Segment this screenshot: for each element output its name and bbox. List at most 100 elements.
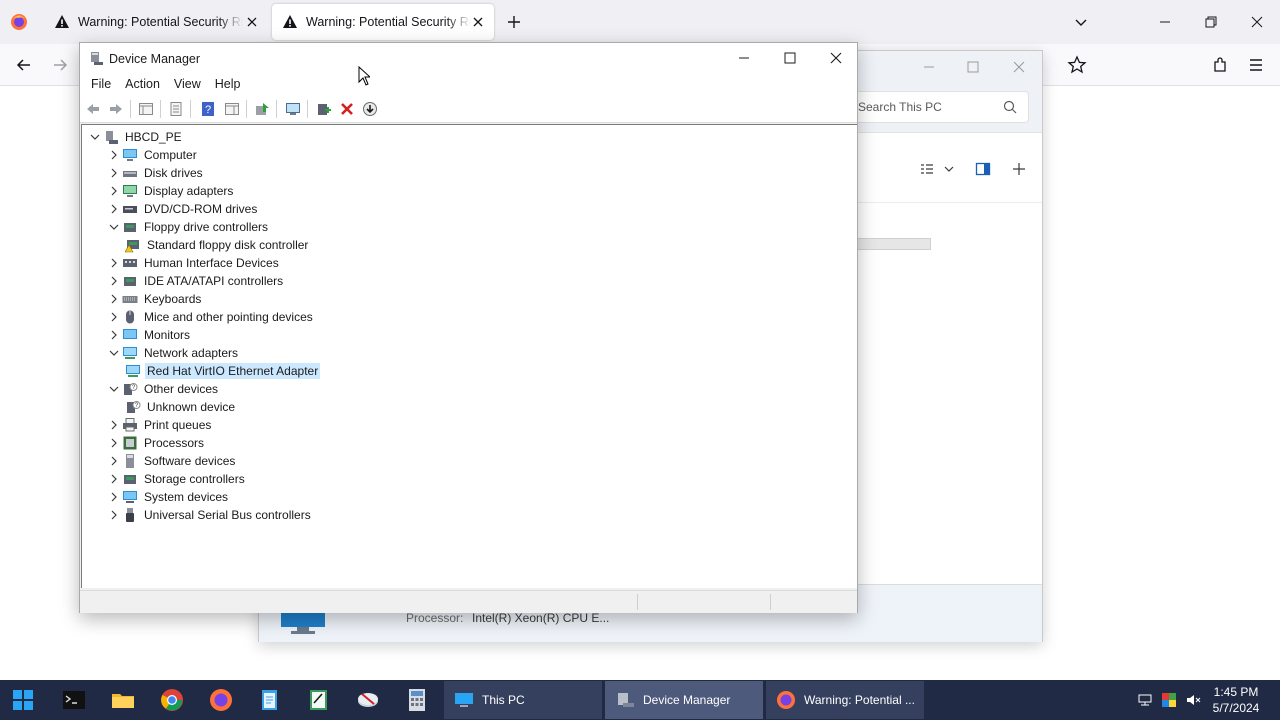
start-windows-icon[interactable]: [12, 689, 34, 711]
update-driver-icon[interactable]: [254, 101, 270, 117]
chevron-down-icon[interactable]: [106, 345, 122, 361]
chevron-right-icon[interactable]: [106, 453, 122, 469]
close-icon[interactable]: [1011, 59, 1027, 75]
tree-item-software-devices[interactable]: Software devices: [106, 452, 237, 470]
chevron-down-icon[interactable]: [941, 161, 957, 177]
tree-item-mice[interactable]: Mice and other pointing devices: [106, 308, 315, 326]
chevron-right-icon[interactable]: [106, 507, 122, 523]
tree-item-hid[interactable]: Human Interface Devices: [106, 254, 281, 272]
tree-item-processors[interactable]: Processors: [106, 434, 206, 452]
taskbar-firefox[interactable]: Warning: Potential ...: [766, 681, 924, 719]
device-manager-titlebar[interactable]: Device Manager: [80, 43, 857, 73]
close-icon[interactable]: [1247, 12, 1267, 32]
chrome-icon[interactable]: [160, 688, 184, 712]
minimize-icon[interactable]: [921, 59, 937, 75]
close-tab-icon[interactable]: [470, 14, 486, 30]
search-input[interactable]: Search This PC: [845, 91, 1029, 123]
close-tab-icon[interactable]: [244, 14, 260, 30]
menu-file[interactable]: File: [84, 77, 118, 91]
menu-view[interactable]: View: [167, 77, 208, 91]
star-icon[interactable]: [1067, 55, 1087, 75]
menu-help[interactable]: Help: [208, 77, 248, 91]
chevron-right-icon[interactable]: [106, 291, 122, 307]
chevron-right-icon[interactable]: [106, 201, 122, 217]
taskbar-device-manager[interactable]: Device Manager: [605, 681, 763, 719]
maximize-icon[interactable]: [965, 59, 981, 75]
notepad-icon[interactable]: [258, 688, 282, 712]
network-tray-icon[interactable]: [1137, 692, 1153, 708]
tree-item-dvd-drives[interactable]: DVD/CD-ROM drives: [106, 200, 259, 218]
maximize-button[interactable]: [767, 43, 813, 73]
menu-action[interactable]: Action: [118, 77, 167, 91]
back-icon[interactable]: [85, 101, 101, 117]
chevron-right-icon[interactable]: [106, 147, 122, 163]
firefox-logo-icon[interactable]: [10, 13, 28, 31]
forward-arrow-icon[interactable]: [50, 55, 70, 75]
plus-icon[interactable]: [1011, 161, 1027, 177]
details-pane-icon[interactable]: [975, 161, 991, 177]
help-icon[interactable]: ?: [200, 101, 216, 117]
tree-item-display-adapters[interactable]: Display adapters: [106, 182, 235, 200]
close-button[interactable]: [813, 43, 859, 73]
minimize-icon[interactable]: [1155, 12, 1175, 32]
tree-item-keyboards[interactable]: Keyboards: [106, 290, 203, 308]
disable-device-icon[interactable]: [362, 101, 378, 117]
show-hide-console-tree-icon[interactable]: [138, 101, 154, 117]
chevron-right-icon[interactable]: [106, 183, 122, 199]
properties-icon[interactable]: [168, 101, 184, 117]
view-list-icon[interactable]: [919, 161, 935, 177]
hamburger-menu-icon[interactable]: [1246, 55, 1266, 75]
tree-item-usb-controllers[interactable]: Universal Serial Bus controllers: [106, 506, 313, 524]
color-display-tray-icon[interactable]: [1161, 692, 1177, 708]
tree-item-monitors[interactable]: Monitors: [106, 326, 192, 344]
tree-item-other-devices[interactable]: ? Other devices: [106, 380, 220, 398]
tree-child-unknown-device[interactable]: ? Unknown device: [125, 398, 237, 416]
chevron-down-icon[interactable]: [1073, 14, 1089, 30]
scan-hardware-icon[interactable]: [285, 101, 301, 117]
back-arrow-icon[interactable]: [14, 55, 34, 75]
file-explorer-icon[interactable]: [111, 688, 135, 712]
command-prompt-icon[interactable]: [62, 688, 86, 712]
chevron-right-icon[interactable]: [106, 165, 122, 181]
restore-icon[interactable]: [1201, 12, 1221, 32]
taskbar-this-pc[interactable]: This PC: [444, 681, 602, 719]
tree-item-floppy-controllers[interactable]: Floppy drive controllers: [106, 218, 270, 236]
browser-tab-2[interactable]: Warning: Potential Security Risk Ahead: [272, 4, 494, 40]
tree-child-floppy-controller[interactable]: Standard floppy disk controller: [125, 236, 310, 254]
action-pane-icon[interactable]: [224, 101, 240, 117]
clock-date: 5/7/2024: [1212, 701, 1260, 715]
chevron-right-icon[interactable]: [106, 471, 122, 487]
tree-item-ide-controllers[interactable]: IDE ATA/ATAPI controllers: [106, 272, 285, 290]
tree-item-disk-drives[interactable]: Disk drives: [106, 164, 205, 182]
add-driver-icon[interactable]: [316, 101, 332, 117]
tree-item-computer[interactable]: Computer: [106, 146, 199, 164]
disk-tool-icon[interactable]: [356, 688, 380, 712]
tree-item-system-devices[interactable]: System devices: [106, 488, 230, 506]
chevron-down-icon[interactable]: [106, 219, 122, 235]
tree-root[interactable]: HBCD_PE: [87, 128, 184, 146]
chevron-right-icon[interactable]: [106, 273, 122, 289]
browser-tab-1[interactable]: Warning: Potential Security Risk Ahead: [44, 4, 268, 40]
tree-child-virtio-ethernet[interactable]: Red Hat VirtIO Ethernet Adapter: [125, 362, 321, 380]
tree-item-network-adapters[interactable]: Network adapters: [106, 344, 240, 362]
clock[interactable]: 1:45 PM 5/7/2024: [1206, 684, 1266, 716]
forward-icon[interactable]: [108, 101, 124, 117]
chevron-down-icon[interactable]: [106, 381, 122, 397]
chevron-right-icon[interactable]: [106, 309, 122, 325]
chevron-down-icon[interactable]: [87, 129, 103, 145]
chevron-right-icon[interactable]: [106, 327, 122, 343]
new-tab-plus-icon[interactable]: [505, 13, 523, 31]
chevron-right-icon[interactable]: [106, 489, 122, 505]
sound-muted-tray-icon[interactable]: [1185, 692, 1201, 708]
minimize-button[interactable]: [721, 43, 767, 73]
calculator-icon[interactable]: [405, 688, 429, 712]
chevron-right-icon[interactable]: [106, 255, 122, 271]
extensions-icon[interactable]: [1210, 55, 1230, 75]
uninstall-device-icon[interactable]: [339, 101, 355, 117]
tree-item-storage-controllers[interactable]: Storage controllers: [106, 470, 247, 488]
chevron-right-icon[interactable]: [106, 417, 122, 433]
chevron-right-icon[interactable]: [106, 435, 122, 451]
text-editor-icon[interactable]: [307, 688, 331, 712]
tree-item-print-queues[interactable]: Print queues: [106, 416, 213, 434]
firefox-icon[interactable]: [209, 688, 233, 712]
